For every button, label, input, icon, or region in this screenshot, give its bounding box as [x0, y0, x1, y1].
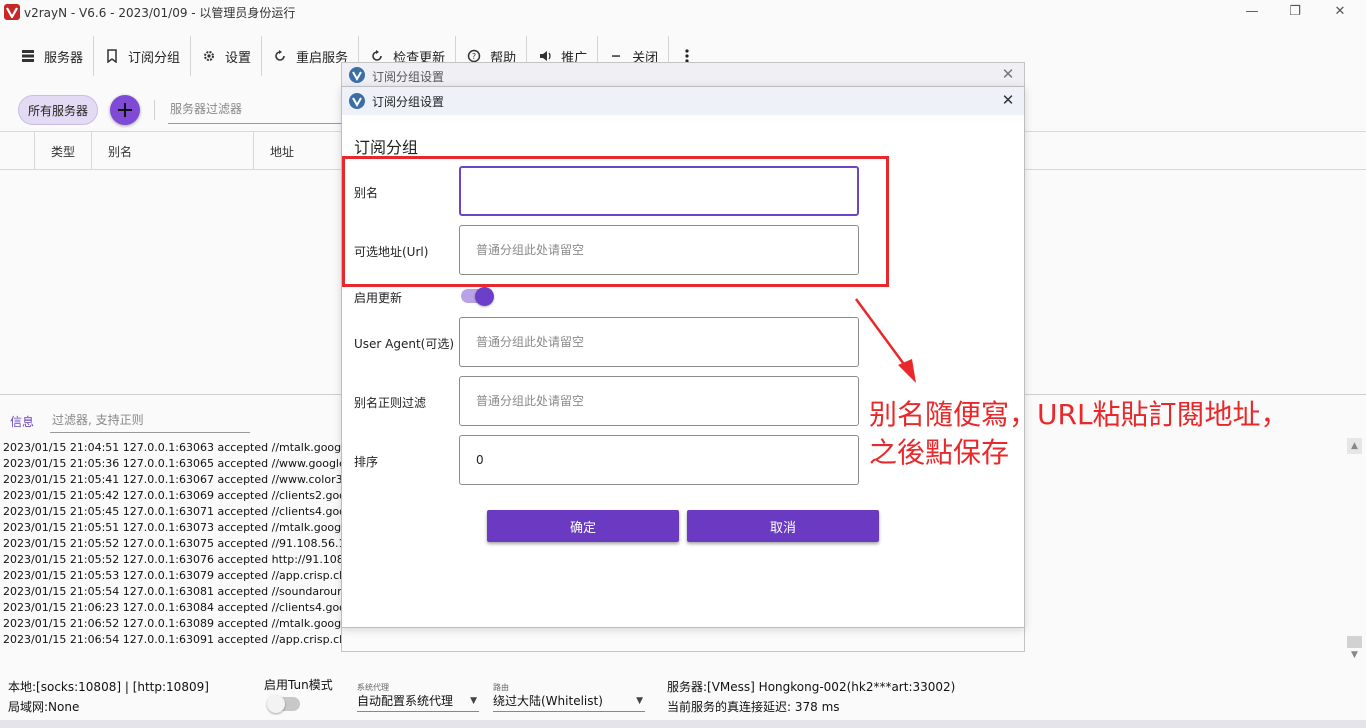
- enable-update-toggle[interactable]: [461, 287, 494, 306]
- close-icon: ✕: [1334, 3, 1346, 19]
- enable-update-label: 启用更新: [354, 291, 403, 305]
- user-agent-label: User Agent(可选): [354, 337, 455, 351]
- window-title: v2rayN - V6.6 - 2023/01/09 - 以管理员身份运行: [24, 6, 296, 20]
- local-ports-status: 本地:[socks:10808] | [http:10809]: [8, 680, 209, 694]
- annotation-text: 别名隨便寫，URL粘貼訂閱地址， 之後點保存: [869, 396, 1349, 472]
- log-line: 2023/01/15 21:05:41 127.0.0.1:63067 acce…: [3, 473, 343, 486]
- close-icon: ✕: [1001, 91, 1015, 109]
- info-tab[interactable]: 信息: [10, 413, 34, 430]
- annotation-line-1: 别名隨便寫，URL粘貼訂閱地址，: [869, 398, 1289, 431]
- system-proxy-select[interactable]: 自动配置系统代理 ▼: [357, 690, 479, 712]
- dialog-title: 订阅分组设置: [372, 95, 445, 109]
- v2rayn-window: v2rayN - V6.6 - 2023/01/09 - 以管理员身份运行 — …: [0, 0, 1366, 728]
- log-line: 2023/01/15 21:05:36 127.0.0.1:63065 acce…: [3, 457, 343, 470]
- column-alias-label: 别名: [108, 144, 133, 159]
- latency-status: 当前服务的真连接延迟: 378 ms: [667, 700, 840, 714]
- routing-select[interactable]: 绕过大陆(Whitelist) ▼: [493, 690, 645, 712]
- maximize-button[interactable]: ❐: [1275, 0, 1315, 22]
- toolbar-settings-button[interactable]: 设置: [191, 36, 263, 76]
- minimize-button[interactable]: —: [1232, 0, 1272, 22]
- log-output: 2023/01/15 21:04:51 127.0.0.1:63063 acce…: [3, 440, 343, 650]
- add-group-button[interactable]: [110, 95, 140, 125]
- toolbar-subscription-label: 订阅分组: [128, 50, 181, 66]
- all-servers-label: 所有服务器: [27, 103, 88, 118]
- log-filter-input[interactable]: [50, 407, 250, 433]
- tun-mode-label: 启用Tun模式: [264, 678, 333, 692]
- annotation-line-2: 之後點保存: [869, 436, 1010, 469]
- sort-label: 排序: [354, 455, 379, 469]
- chevron-down-icon: ▼: [636, 695, 643, 706]
- close-window-button[interactable]: ✕: [1320, 0, 1360, 22]
- svg-text:?: ?: [472, 52, 476, 61]
- sort-input[interactable]: [459, 435, 859, 485]
- column-type-label: 类型: [51, 144, 76, 159]
- enable-update-toggle-knob: [475, 287, 494, 306]
- log-line: 2023/01/15 21:05:45 127.0.0.1:63071 acce…: [3, 505, 343, 518]
- restore-icon: ❐: [1289, 3, 1301, 19]
- log-line: 2023/01/15 21:05:51 127.0.0.1:63073 acce…: [3, 521, 343, 534]
- log-scroll-up-button[interactable]: ▲: [1347, 438, 1362, 454]
- v2rayn-logo-icon: [4, 4, 20, 20]
- annotation-highlight-box: [342, 156, 889, 287]
- log-line: 2023/01/15 21:05:52 127.0.0.1:63075 acce…: [3, 537, 343, 550]
- annotation-arrow-icon: [854, 298, 916, 383]
- toolbar-servers-button[interactable]: 服务器: [10, 36, 95, 76]
- lan-status: 局域网:None: [8, 700, 80, 714]
- restart-icon: [272, 48, 288, 64]
- subscription-icon: [104, 48, 120, 64]
- cancel-button[interactable]: 取消: [687, 510, 879, 542]
- column-type-header[interactable]: 类型: [34, 132, 91, 170]
- minimize-icon: —: [1245, 3, 1259, 19]
- server-filter-input[interactable]: [168, 94, 348, 124]
- gear-icon: [201, 48, 217, 64]
- toolbar-subscription-button[interactable]: 订阅分组: [94, 36, 192, 76]
- log-scrollbar-thumb[interactable]: [1347, 636, 1362, 648]
- system-proxy-value: 自动配置系统代理: [357, 694, 454, 708]
- log-line: 2023/01/15 21:05:52 127.0.0.1:63076 acce…: [3, 553, 343, 566]
- plus-icon: [118, 103, 132, 117]
- log-line: 2023/01/15 21:05:54 127.0.0.1:63081 acce…: [3, 585, 343, 598]
- dialog-section-title: 订阅分组: [354, 138, 419, 157]
- tun-mode-toggle-knob: [267, 695, 285, 713]
- arrow-up-icon: ▲: [1351, 441, 1358, 451]
- log-line: 2023/01/15 21:06:23 127.0.0.1:63084 acce…: [3, 601, 343, 614]
- routing-value: 绕过大陆(Whitelist): [493, 694, 603, 708]
- all-servers-chip[interactable]: 所有服务器: [18, 95, 98, 125]
- log-line: 2023/01/15 21:06:54 127.0.0.1:63091 acce…: [3, 633, 343, 646]
- v2rayn-dialog-icon: [349, 93, 365, 109]
- alias-regex-filter-label: 别名正则过滤: [354, 396, 427, 410]
- v2rayn-dialog-icon: [349, 67, 365, 83]
- ok-button[interactable]: 确定: [487, 510, 679, 542]
- column-alias-header[interactable]: 别名: [91, 132, 253, 170]
- title-bar: v2rayN - V6.6 - 2023/01/09 - 以管理员身份运行 — …: [0, 0, 1366, 24]
- close-icon: ✕: [1001, 65, 1015, 83]
- log-scroll-down-button[interactable]: ▼: [1347, 648, 1362, 662]
- dialog-close-button[interactable]: ✕: [998, 89, 1018, 111]
- log-line: 2023/01/15 21:05:53 127.0.0.1:63079 acce…: [3, 569, 343, 582]
- log-line: 2023/01/15 21:06:52 127.0.0.1:63089 acce…: [3, 617, 343, 630]
- tun-mode-toggle[interactable]: [267, 695, 300, 713]
- dialog-back-title-bar: 订阅分组设置 ✕: [342, 63, 1024, 87]
- arrow-down-icon: ▼: [1351, 650, 1358, 660]
- current-server-status: 服务器:[VMess] Hongkong-002(hk2***art:33002…: [667, 680, 956, 694]
- column-address-header[interactable]: 地址: [253, 132, 341, 170]
- log-line: 2023/01/15 21:05:42 127.0.0.1:63069 acce…: [3, 489, 343, 502]
- bottom-edge: [0, 720, 1366, 728]
- log-line: 2023/01/15 21:04:51 127.0.0.1:63063 acce…: [3, 441, 343, 454]
- dialog-back-title: 订阅分组设置: [372, 70, 445, 84]
- column-address-label: 地址: [270, 144, 295, 159]
- toolbar-servers-label: 服务器: [44, 50, 84, 66]
- dialog-title-bar: 订阅分组设置 ✕: [342, 87, 1024, 115]
- alias-regex-filter-input[interactable]: [459, 376, 859, 426]
- toolbar-settings-label: 设置: [225, 50, 252, 66]
- server-list-icon: [20, 48, 36, 64]
- user-agent-input[interactable]: [459, 317, 859, 367]
- dialog-back-close-button[interactable]: ✕: [998, 63, 1018, 85]
- chevron-down-icon: ▼: [470, 695, 477, 706]
- filter-separator: [154, 100, 155, 120]
